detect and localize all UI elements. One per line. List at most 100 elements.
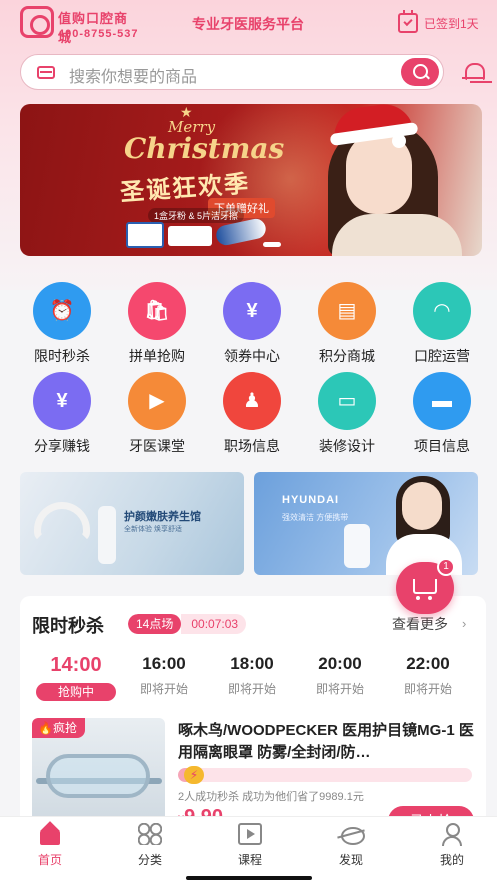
slot-status: 抢购中 bbox=[36, 683, 116, 701]
carousel-indicator[interactable] bbox=[263, 242, 281, 247]
icon-glyph: ▭ bbox=[337, 390, 357, 412]
product-name: 啄木鸟/WOODPECKER 医用护目镜MG-1 医用隔离眼罩 防雾/全封闭/防… bbox=[178, 722, 474, 761]
grid-item[interactable]: 🛍 拼单抢购 bbox=[112, 282, 202, 366]
model-face bbox=[402, 482, 442, 530]
grid-item[interactable]: ¥ 分享赚钱 bbox=[17, 372, 107, 456]
grid-item[interactable]: ▤ 积分商城 bbox=[302, 282, 392, 366]
icon-glyph: ¥ bbox=[246, 300, 258, 322]
hot-tag: 🔥疯抢 bbox=[32, 718, 85, 738]
flash-product-card[interactable]: 🔥疯抢 啄木鸟/WOODPECKER 医用护目镜MG-1 医用隔离眼罩 防雾/全… bbox=[32, 718, 478, 836]
search-button[interactable] bbox=[401, 58, 439, 86]
calendar-check-icon bbox=[398, 10, 418, 33]
search-bar[interactable]: 搜索你想要的商品 bbox=[20, 54, 444, 90]
tab-discover[interactable]: 发现 bbox=[316, 823, 386, 868]
category-icon bbox=[138, 823, 162, 845]
platform-title: 专业牙医服务平台 bbox=[192, 16, 304, 32]
tab-course[interactable]: 课程 bbox=[215, 823, 285, 868]
time-slot[interactable]: 20:00 即将开始 bbox=[300, 654, 380, 697]
sale-progress-bar bbox=[178, 768, 472, 782]
neck-massager-image bbox=[34, 502, 90, 542]
slot-time: 18:00 bbox=[230, 654, 274, 673]
tab-profile[interactable]: 我的 bbox=[417, 823, 487, 868]
icon-glyph: ⏰ bbox=[49, 300, 75, 322]
water-flosser-image bbox=[98, 506, 116, 564]
grid-label: 口腔运营 bbox=[414, 348, 470, 364]
tab-category[interactable]: 分类 bbox=[115, 823, 185, 868]
tab-home[interactable]: 首页 bbox=[15, 823, 85, 868]
flash-sale-title: 限时秒杀 bbox=[32, 616, 104, 636]
santa-hat-ball bbox=[392, 134, 406, 148]
tab-label: 发现 bbox=[338, 853, 363, 867]
session-name: 14点场 bbox=[128, 614, 182, 634]
logo[interactable]: 值购口腔商城 400-8755-537 bbox=[20, 6, 140, 45]
promo-left-title: 护颜嫩肤养生馆 bbox=[124, 511, 201, 523]
promo-right-brand: HYUNDAI bbox=[282, 494, 340, 506]
grid-item[interactable]: ⏰ 限时秒杀 bbox=[17, 282, 107, 366]
shopping-bag-icon: 🛍 bbox=[128, 282, 186, 340]
grid-item[interactable]: ¥ 领券中心 bbox=[207, 282, 297, 366]
grid-label: 装修设计 bbox=[319, 438, 375, 454]
banner-christmas: Christmas bbox=[124, 132, 285, 165]
paint-roller-icon: ▭ bbox=[318, 372, 376, 430]
grid-label: 拼单抢购 bbox=[129, 348, 185, 364]
water-flosser-image bbox=[344, 524, 370, 568]
grid-item[interactable]: ▬ 项目信息 bbox=[397, 372, 487, 456]
promo-card-skincare[interactable]: 护颜嫩肤养生馆 全新体验 焕享舒适 bbox=[20, 472, 244, 575]
course-icon bbox=[238, 823, 262, 845]
icon-glyph: ◠ bbox=[434, 300, 450, 322]
logo-name: 值购口腔商城 bbox=[58, 11, 129, 45]
slot-time: 20:00 bbox=[318, 654, 362, 673]
grid-item[interactable]: ▶ 牙医课堂 bbox=[112, 372, 202, 456]
money-bag-icon: ¥ bbox=[33, 372, 91, 430]
icon-glyph: ▶ bbox=[149, 390, 165, 412]
chevron-right-icon[interactable]: › bbox=[462, 616, 466, 631]
session-tag: 14点场 00:07:03 bbox=[128, 614, 247, 634]
tab-label: 首页 bbox=[37, 853, 62, 867]
bottom-tab-bar: 首页 分类 课程 发现 我的 bbox=[0, 816, 497, 883]
checkin-text: 已签到1天 bbox=[424, 16, 479, 31]
time-slot[interactable]: 16:00 即将开始 bbox=[124, 654, 204, 697]
promo-right-sub: 强效清洁 方便携带 bbox=[282, 513, 349, 522]
home-icon bbox=[38, 823, 62, 845]
saved-text: 2人成功秒杀 成功为他们省了9989.1元 bbox=[178, 791, 364, 803]
flash-sale-section: 限时秒杀 14点场 00:07:03 查看更多 › 14:00 抢购中 16:0… bbox=[20, 596, 486, 836]
icon-glyph: ▬ bbox=[432, 390, 452, 412]
lightning-icon: ⚡ bbox=[184, 766, 204, 784]
grid-label: 分享赚钱 bbox=[34, 438, 90, 454]
banner-carousel[interactable]: ★ Merry Christmas 圣诞狂欢季 下单赠好礼 1盒牙粉 & 5片洁… bbox=[20, 104, 482, 256]
banner-promo-sub: 1盒牙粉 & 5片洁牙擦 bbox=[148, 208, 245, 223]
icon-glyph: ♟ bbox=[243, 390, 261, 412]
time-slot[interactable]: 14:00 抢购中 bbox=[36, 654, 116, 701]
banner-model bbox=[312, 104, 482, 256]
slot-time: 16:00 bbox=[142, 654, 186, 673]
folder-icon: ▬ bbox=[413, 372, 471, 430]
person-icon: ♟ bbox=[223, 372, 281, 430]
slot-status: 即将开始 bbox=[139, 682, 188, 696]
banner-product-box bbox=[126, 222, 164, 248]
view-more-link[interactable]: 查看更多 bbox=[392, 614, 448, 634]
time-slot[interactable]: 22:00 即将开始 bbox=[388, 654, 468, 697]
scan-list-icon[interactable] bbox=[37, 66, 55, 79]
tab-label: 我的 bbox=[439, 853, 464, 867]
search-input[interactable]: 搜索你想要的商品 bbox=[69, 63, 197, 87]
grid-label: 项目信息 bbox=[414, 438, 470, 454]
grid-item[interactable]: ♟ 职场信息 bbox=[207, 372, 297, 456]
tab-label: 课程 bbox=[237, 853, 262, 867]
alarm-clock-icon: ⏰ bbox=[33, 282, 91, 340]
discover-icon bbox=[339, 823, 365, 845]
bell-icon[interactable] bbox=[462, 60, 485, 84]
grid-item[interactable]: ▭ 装修设计 bbox=[302, 372, 392, 456]
icon-glyph: ▤ bbox=[337, 300, 357, 322]
flame-icon: 🔥 bbox=[38, 721, 53, 735]
logo-phone: 400-8755-537 bbox=[58, 28, 139, 40]
slot-status: 即将开始 bbox=[227, 682, 276, 696]
grid-item[interactable]: ◠ 口腔运营 bbox=[397, 282, 487, 366]
tooth-icon: ◠ bbox=[413, 282, 471, 340]
icon-glyph: ¥ bbox=[56, 390, 68, 412]
product-image[interactable]: 🔥疯抢 bbox=[32, 718, 165, 826]
hot-tag-text: 疯抢 bbox=[52, 721, 77, 735]
goggles-image bbox=[46, 754, 150, 798]
checkin-button[interactable]: 已签到1天 bbox=[398, 10, 479, 34]
slot-status: 即将开始 bbox=[315, 682, 364, 696]
time-slot[interactable]: 18:00 即将开始 bbox=[212, 654, 292, 697]
